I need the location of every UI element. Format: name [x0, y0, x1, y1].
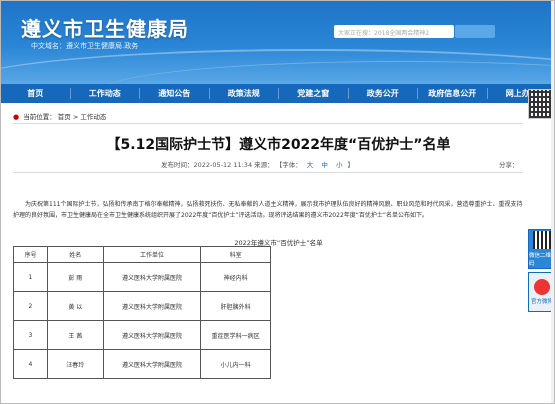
column-header-name: 姓名: [46, 246, 104, 263]
cell-department: 神经内科: [200, 262, 271, 292]
cell-index: 2: [13, 291, 48, 321]
cell-workplace: 遵义医科大学附属医院: [102, 349, 202, 379]
nurse-roster-table: 序号 姓名 工作单位 科室 1 彭 雨 遵义医科大学附属医院 神经内科 2 黄 …: [13, 246, 271, 379]
location-pin-icon: ●: [13, 113, 20, 121]
scrollbar[interactable]: [551, 1, 554, 403]
column-header-workplace: 工作单位: [102, 246, 202, 263]
page: 遵义市卫生健康局 中文域名：遵义市卫生健康局.政务 大家正在搜：2018全国两会…: [0, 0, 555, 404]
column-header-department: 科室: [200, 246, 271, 263]
site-header: 遵义市卫生健康局 中文域名：遵义市卫生健康局.政务 大家正在搜：2018全国两会…: [1, 1, 554, 84]
column-header-index: 序号: [13, 246, 48, 263]
font-size-large-button[interactable]: 大: [307, 161, 314, 169]
table-row: 1 彭 雨 遵义医科大学附属医院 神经内科: [13, 262, 271, 292]
wechat-qr-icon: [533, 231, 551, 249]
breadcrumb-label: 当前位置：: [23, 113, 56, 121]
breadcrumb: ● 当前位置： 首页 > 工作动态: [13, 111, 106, 121]
publish-time: 发布时间：2022-05-12 11:34 来源：: [161, 161, 274, 169]
site-title[interactable]: 遵义市卫生健康局: [21, 13, 189, 42]
cell-name: 黄 以: [46, 291, 104, 321]
nav-item-policies[interactable]: 政策法规: [210, 84, 279, 103]
cell-workplace: 遵义医科大学附属医院: [102, 291, 202, 321]
main-nav: 首页 工作动态 通知公告 政策法规 党建之窗 政务公开 政府信息公开 网上办事: [1, 84, 554, 103]
cell-name: 彭 雨: [46, 262, 104, 292]
cell-name: 王 茜: [46, 320, 104, 350]
divider: [13, 123, 523, 124]
table-header-row: 序号 姓名 工作单位 科室: [13, 246, 271, 263]
nav-item-party[interactable]: 党建之窗: [279, 84, 348, 103]
weibo-label: 官方微博: [530, 299, 553, 305]
cell-department: 重症医学科一病区: [200, 320, 271, 350]
nav-item-notices[interactable]: 通知公告: [140, 84, 209, 103]
article-body: 为庆祝第111个国际护士节，弘扬和传承南丁格尔奉献精神，弘扬救死扶伤、无私奉献的…: [13, 201, 523, 219]
nav-item-gov-affairs[interactable]: 政务公开: [349, 84, 418, 103]
font-size-medium-button[interactable]: 中: [321, 161, 328, 169]
cell-index: 3: [13, 320, 48, 350]
divider: [13, 172, 523, 173]
cell-department: 肝胆胰外科: [200, 291, 271, 321]
table-row: 4 汪春玲 遵义医科大学附属医院 小儿内一科: [13, 349, 271, 379]
share-label: 分享：: [499, 161, 519, 169]
cell-index: 4: [13, 349, 48, 379]
cell-workplace: 遵义医科大学附属医院: [102, 262, 202, 292]
cell-department: 小儿内一科: [200, 349, 271, 379]
article-title: 【5.12国际护士节】遵义市2022年度“百优护士”名单: [106, 137, 451, 153]
search-input[interactable]: 大家正在搜：2018全国两会精神2: [334, 25, 454, 38]
nav-item-info-disclosure[interactable]: 政府信息公开: [418, 84, 487, 103]
search-button[interactable]: [455, 25, 495, 38]
breadcrumb-path[interactable]: 首页 > 工作动态: [58, 113, 107, 121]
nav-item-home[interactable]: 首页: [1, 84, 70, 103]
weibo-icon: [534, 279, 550, 295]
nav-item-work-news[interactable]: 工作动态: [71, 84, 140, 103]
cell-workplace: 遵义医科大学附属医院: [102, 320, 202, 350]
cell-index: 1: [13, 262, 48, 292]
article-meta: 发布时间：2022-05-12 11:34 来源： 【字体： 大 中 小 】: [161, 159, 354, 169]
font-size-label: 【字体：: [275, 161, 302, 169]
table-row: 2 黄 以 遵义医科大学附属医院 肝胆胰外科: [13, 291, 271, 321]
table-row: 3 王 茜 遵义医科大学附属医院 重症医学科一病区: [13, 320, 271, 350]
cell-name: 汪春玲: [46, 349, 104, 379]
font-size-close: 】: [347, 161, 355, 169]
domain-line: 中文域名：遵义市卫生健康局.政务: [31, 42, 139, 50]
font-size-small-button[interactable]: 小: [336, 161, 343, 169]
